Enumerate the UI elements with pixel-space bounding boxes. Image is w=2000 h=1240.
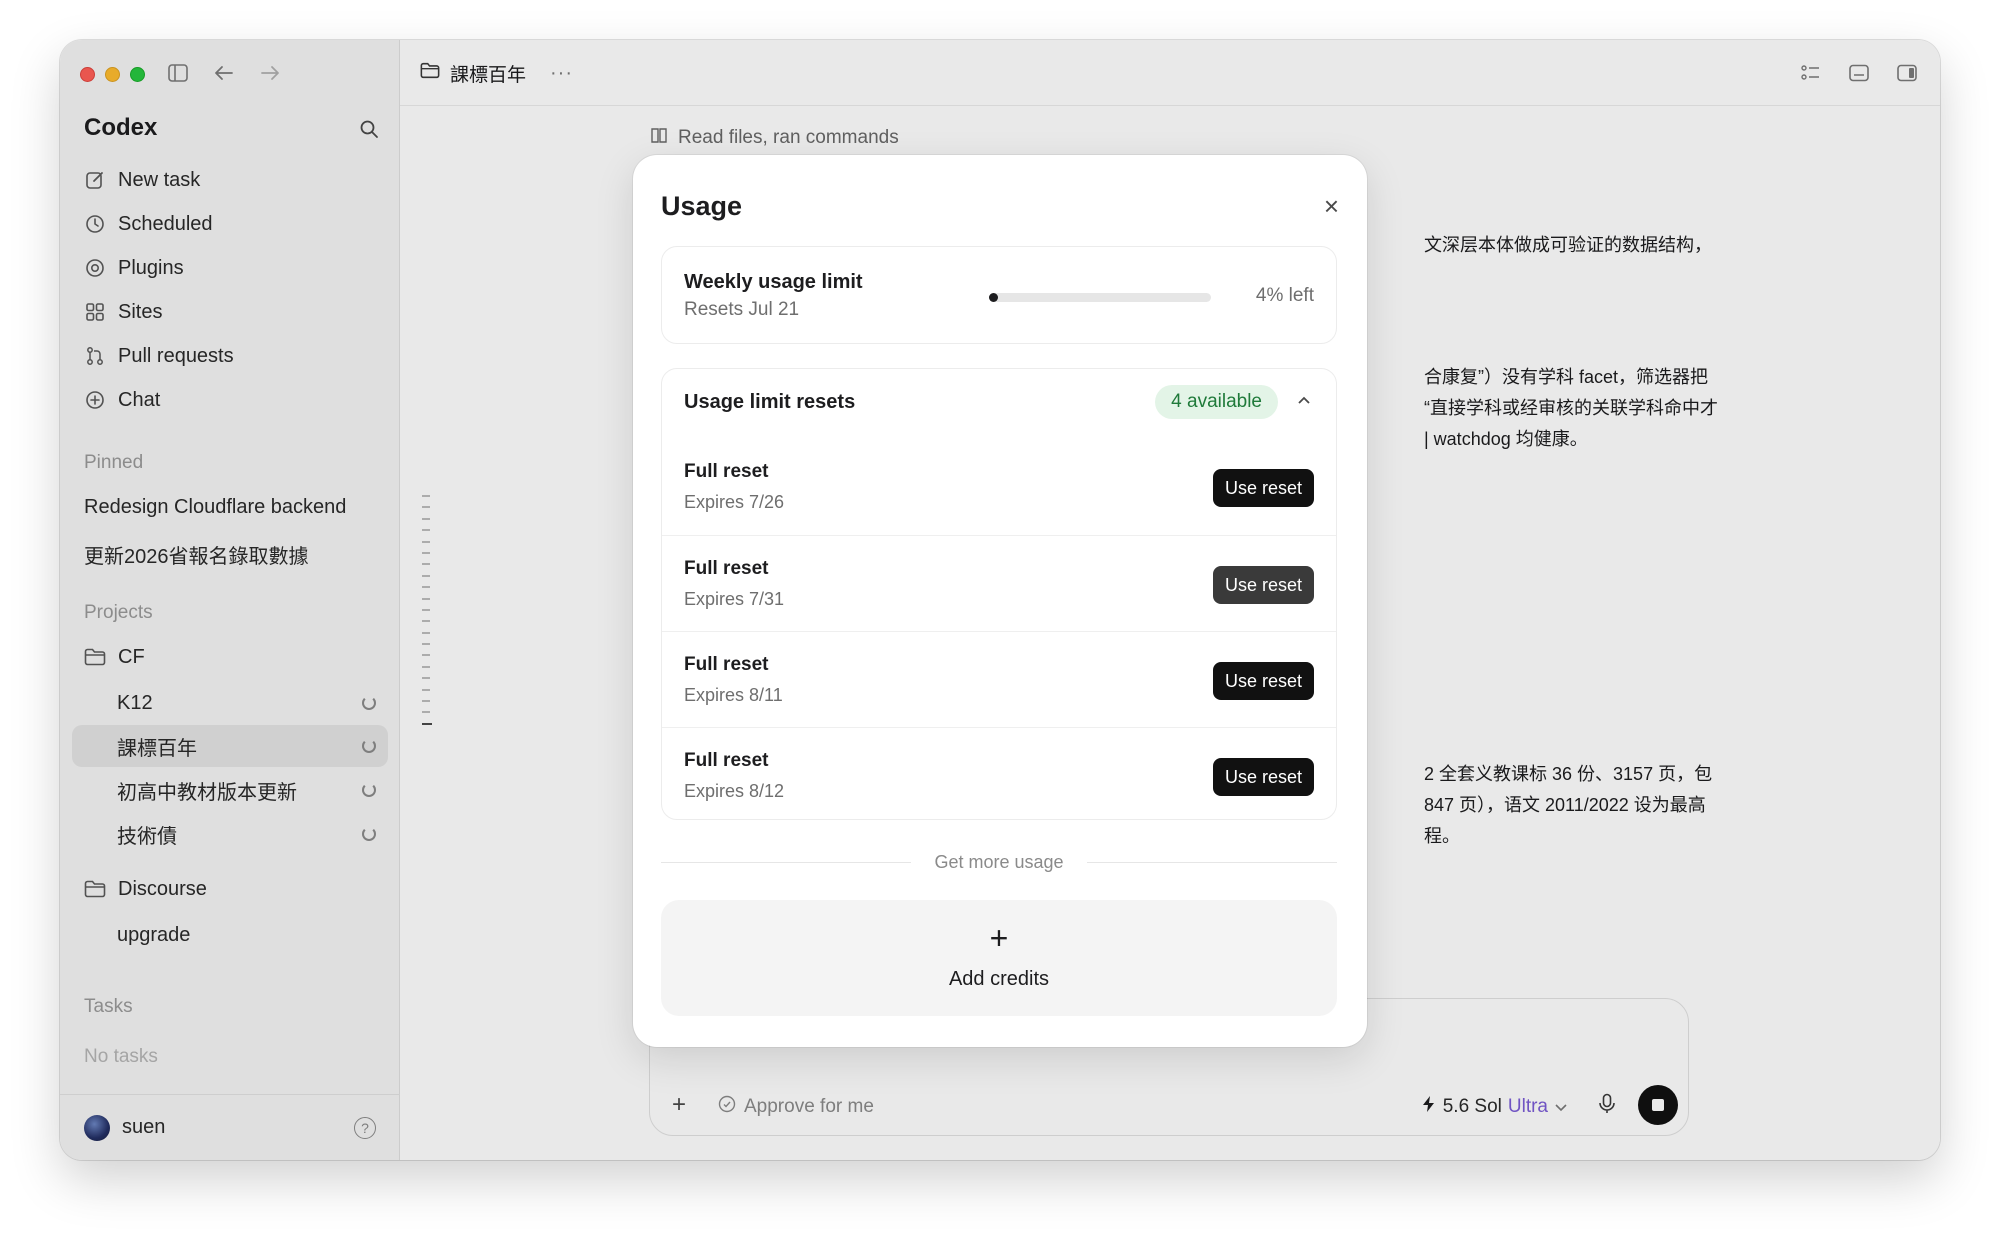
usage-remaining: 4% left — [1255, 285, 1314, 306]
available-badge: 4 available — [1155, 385, 1278, 419]
close-icon[interactable]: × — [1324, 191, 1339, 222]
weekly-usage-card: Weekly usage limit Resets Jul 21 4% left — [661, 246, 1337, 344]
reset-title: Full reset — [684, 750, 769, 771]
reset-title: Full reset — [684, 461, 769, 482]
reset-item: Full reset Expires 8/11 Use reset — [662, 631, 1336, 727]
divider-line — [1087, 862, 1337, 863]
use-reset-button[interactable]: Use reset — [1212, 662, 1314, 700]
reset-expiry: Expires 7/31 — [684, 589, 785, 609]
chevron-up-icon[interactable] — [1296, 393, 1312, 411]
usage-progress-fill — [989, 293, 998, 302]
use-reset-button[interactable]: Use reset — [1212, 758, 1314, 796]
dialog-title: Usage — [661, 191, 743, 221]
use-reset-button[interactable]: Use reset — [1212, 469, 1314, 507]
reset-expiry: Expires 8/11 — [684, 685, 783, 705]
reset-item: Full reset Expires 8/12 Use reset — [662, 727, 1336, 823]
add-credits-label: Add credits — [948, 968, 1050, 990]
weekly-reset-date: Resets Jul 21 — [684, 299, 800, 320]
resets-heading: Usage limit resets — [684, 391, 856, 413]
reset-expiry: Expires 7/26 — [684, 492, 785, 512]
reset-item: Full reset Expires 7/26 Use reset — [662, 439, 1336, 535]
usage-resets-card: Usage limit resets 4 available Full rese… — [661, 368, 1337, 820]
usage-dialog: Usage × Weekly usage limit Resets Jul 21… — [633, 155, 1367, 1047]
get-more-divider: Get more usage — [661, 852, 1337, 872]
use-reset-button[interactable]: Use reset — [1212, 566, 1314, 604]
reset-title: Full reset — [684, 654, 769, 675]
reset-expiry: Expires 8/12 — [684, 781, 785, 801]
weekly-limit-title: Weekly usage limit — [684, 271, 863, 293]
usage-progress-track — [989, 293, 1211, 302]
add-credits-button[interactable]: + Add credits — [661, 900, 1337, 1016]
app-window: Codex New task Scheduled Plugins Sites P… — [60, 40, 1940, 1160]
reset-title: Full reset — [684, 558, 769, 579]
plus-icon: + — [989, 920, 1009, 956]
reset-item: Full reset Expires 7/31 Use reset — [662, 535, 1336, 631]
